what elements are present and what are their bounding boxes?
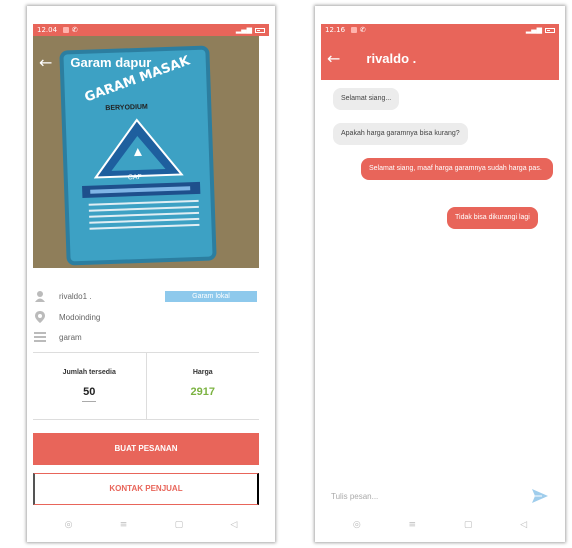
seller-name: rivaldo1 .	[59, 291, 92, 301]
menu-nav-icon[interactable]: ≡	[409, 520, 417, 530]
seller-location: Modoinding	[59, 312, 101, 322]
price-label: Harga	[192, 369, 213, 376]
chat-title: rivaldo .	[366, 50, 417, 66]
product-row: garam	[33, 329, 259, 345]
call-icon: ✆	[360, 26, 366, 34]
system-nav-bar: ◎ ≡ ▢ ◁	[27, 516, 275, 534]
back-nav-icon[interactable]: ◁	[520, 520, 527, 530]
notification-icon	[63, 27, 70, 33]
contact-seller-button[interactable]: KONTAK PENJUAL	[33, 473, 259, 505]
price-value: 2917	[190, 386, 215, 398]
notification-icon	[351, 27, 358, 33]
page-title: Garam dapur	[70, 54, 152, 70]
battery-icon	[545, 27, 555, 33]
package-label	[82, 181, 201, 198]
chat-toolbar: ← rivaldo .	[321, 36, 559, 80]
home-nav-icon[interactable]: ▢	[175, 520, 184, 530]
package-subtitle: BERYODIUM	[105, 103, 148, 113]
product-name: garam	[59, 332, 82, 342]
stock-stat: Jumlah tersedia 50	[33, 353, 146, 419]
toolbar: ← Garam dapur	[33, 50, 259, 74]
signal-icon: ▂▄▆	[235, 26, 252, 34]
signal-icon: ▂▄▆	[525, 26, 542, 34]
home-nav-icon[interactable]: ▢	[464, 520, 473, 530]
product-stats: Jumlah tersedia 50 Harga 2917	[33, 352, 259, 420]
circle-nav-icon[interactable]: ◎	[65, 520, 73, 530]
status-time: 12.04	[37, 26, 58, 34]
chat-screen: 12.16 ✆ ▂▄▆ ← rivaldo . Selamat siang...…	[315, 6, 565, 542]
system-nav-bar: ◎ ≡ ▢ ◁	[315, 516, 565, 534]
salt-package-image: GARAM MASAK BERYODIUM CAP	[59, 45, 217, 266]
message-input[interactable]	[331, 491, 531, 501]
location-pin-icon	[33, 310, 47, 324]
chat-compose-bar	[321, 484, 559, 508]
call-icon: ✆	[72, 26, 78, 34]
stock-value: 50	[83, 386, 96, 398]
menu-nav-icon[interactable]: ≡	[120, 520, 128, 530]
status-bar: 12.16 ✆ ▂▄▆	[321, 24, 559, 36]
message-incoming: Apakah harga garamnya bisa kurang?	[333, 123, 468, 145]
package-cap: CAP	[127, 173, 143, 182]
battery-icon	[255, 27, 265, 33]
category-badge: Garam lokal	[165, 291, 257, 302]
message-outgoing: Selamat siang, maaf harga garamnya sudah…	[361, 158, 553, 180]
price-stat: Harga 2917	[145, 353, 260, 419]
message-incoming: Selamat siang...	[333, 88, 400, 110]
order-button[interactable]: BUAT PESANAN	[33, 433, 259, 465]
message-outgoing: Tidak bisa dikurangi lagi	[447, 207, 538, 229]
status-bar: 12.04 ✆ ▂▄▆	[33, 24, 269, 36]
location-row: Modoinding	[33, 309, 259, 325]
stock-underline	[82, 401, 97, 402]
status-time: 12.16	[325, 26, 346, 34]
person-icon	[33, 289, 47, 303]
send-icon[interactable]	[531, 487, 549, 505]
list-icon	[33, 330, 47, 344]
package-text-lines	[88, 199, 200, 234]
back-arrow-icon[interactable]: ←	[327, 49, 340, 68]
product-detail-screen: 12.04 ✆ ▂▄▆ GARAM MASAK BERYODIUM CAP ←	[27, 6, 275, 542]
triangle-logo-icon	[93, 118, 184, 179]
back-nav-icon[interactable]: ◁	[230, 520, 237, 530]
back-arrow-icon[interactable]: ←	[39, 53, 52, 72]
circle-nav-icon[interactable]: ◎	[353, 520, 361, 530]
stock-label: Jumlah tersedia	[62, 369, 116, 376]
